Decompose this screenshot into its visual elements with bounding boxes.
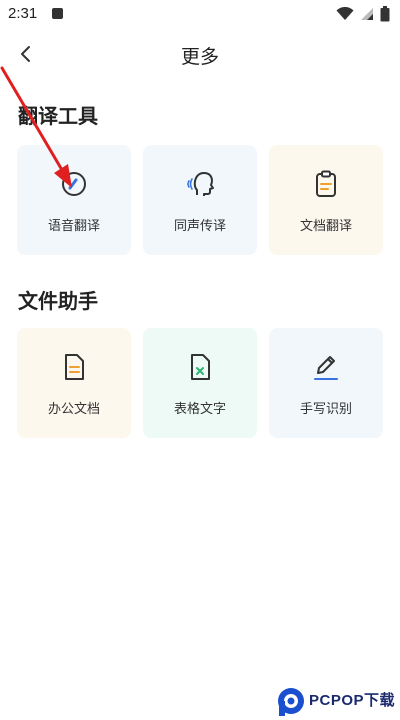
pen-icon: [314, 356, 338, 380]
watermark-text: PCPOP下载: [309, 692, 396, 709]
card-label: 语音翻译: [47, 219, 100, 234]
app-notification-icon: [52, 8, 63, 19]
card-label: 表格文字: [173, 402, 226, 417]
card-handwriting-recognition[interactable]: 手写识别: [269, 328, 383, 438]
clipboard-icon: [316, 170, 336, 197]
voice-translate-icon: [62, 172, 86, 196]
watermark: PCPOP下载: [276, 684, 400, 720]
page-title: 更多: [180, 46, 219, 68]
card-document-translate[interactable]: 文档翻译: [269, 145, 383, 255]
document-icon: [65, 354, 84, 380]
status-bar: 2:31: [0, 0, 400, 28]
signal-icon: [361, 8, 373, 20]
card-label: 办公文档: [47, 402, 100, 417]
card-label: 文档翻译: [299, 219, 352, 234]
card-label: 同声传译: [173, 219, 226, 234]
status-time: 2:31: [8, 5, 38, 22]
simultaneous-interpret-icon: [187, 172, 214, 196]
wifi-icon: [336, 7, 354, 20]
card-voice-translate[interactable]: 语音翻译: [17, 145, 131, 255]
file-assistant-grid: 办公文档 表格文字 手写识别: [17, 328, 383, 438]
header: 更多: [0, 34, 400, 74]
section-title-translate-tools: 翻译工具: [18, 104, 98, 128]
card-simultaneous-interpret[interactable]: 同声传译: [143, 145, 257, 255]
watermark-logo-icon: [278, 688, 304, 716]
card-office-document[interactable]: 办公文档: [17, 328, 131, 438]
card-spreadsheet-text[interactable]: 表格文字: [143, 328, 257, 438]
status-icons: [336, 6, 390, 22]
card-label: 手写识别: [299, 402, 352, 417]
spreadsheet-icon: [191, 354, 210, 380]
battery-icon: [380, 6, 390, 22]
translate-tools-grid: 语音翻译 同声传译 文档翻译: [17, 145, 383, 255]
section-title-file-assistant: 文件助手: [18, 289, 98, 313]
